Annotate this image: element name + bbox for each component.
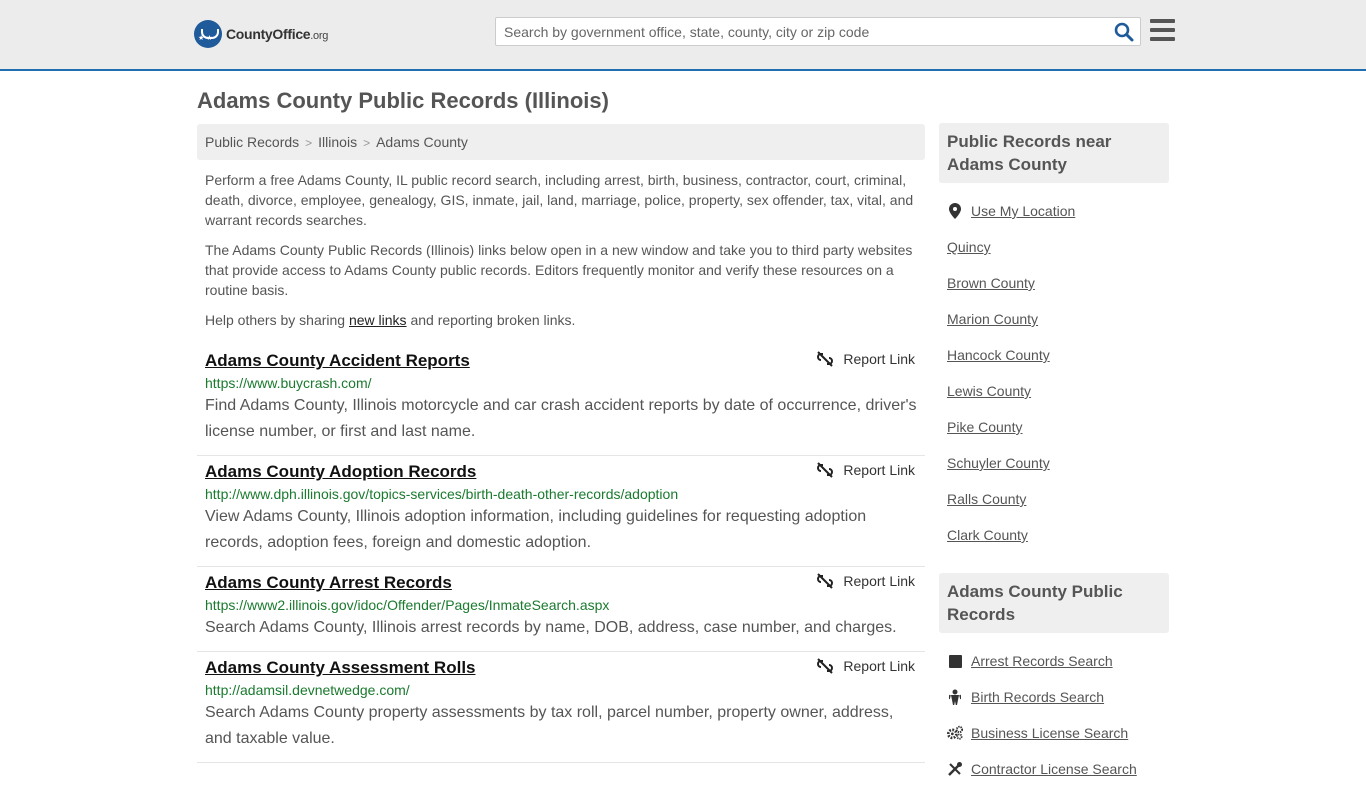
use-my-location-link[interactable]: Use My Location — [971, 203, 1075, 219]
record-item: Adams County Adoption Records Report Lin… — [197, 456, 925, 567]
breadcrumb-illinois[interactable]: Illinois — [318, 134, 357, 150]
tools-icon — [947, 761, 963, 777]
nearby-link-hancock-county[interactable]: Hancock County — [947, 347, 1050, 363]
record-description: View Adams County, Illinois adoption inf… — [205, 508, 867, 551]
nearby-link-marion-county[interactable]: Marion County — [947, 311, 1038, 327]
square-icon — [947, 654, 963, 668]
nearby-link-pike-county[interactable]: Pike County — [947, 419, 1022, 435]
nearby-link-lewis-county[interactable]: Lewis County — [947, 383, 1031, 399]
breadcrumb-public-records[interactable]: Public Records — [205, 134, 299, 150]
county-link-item[interactable]: Business License Search — [947, 715, 1161, 751]
county-link-item[interactable]: Arrest Records Search — [947, 643, 1161, 679]
site-logo[interactable]: CountyOffice.org — [194, 20, 328, 48]
nearby-link-item[interactable]: Clark County — [947, 517, 1161, 553]
breadcrumb-separator: > — [363, 136, 371, 150]
record-description: Search Adams County, Illinois arrest rec… — [205, 619, 897, 636]
county-records-list: Arrest Records Search Birth Records Sear… — [939, 633, 1169, 793]
record-title-link[interactable]: Adams County Adoption Records — [205, 462, 476, 482]
search-box — [495, 17, 1141, 46]
record-url: https://www2.illinois.gov/idoc/Offender/… — [205, 597, 610, 613]
share-paragraph: Help others by sharing new links and rep… — [205, 312, 576, 328]
map-marker-icon — [947, 203, 963, 219]
nearby-link-quincy[interactable]: Quincy — [947, 239, 991, 255]
record-url: http://www.dph.illinois.gov/topics-servi… — [205, 486, 679, 502]
record-item: Adams County Arrest Records Report Link … — [197, 567, 925, 652]
nearby-link-brown-county[interactable]: Brown County — [947, 275, 1035, 291]
record-title-link[interactable]: Adams County Assessment Rolls — [205, 658, 476, 678]
nearby-link-ralls-county[interactable]: Ralls County — [947, 491, 1026, 507]
search-input[interactable] — [496, 18, 1096, 45]
record-url: http://adamsil.devnetwedge.com/ — [205, 682, 410, 698]
nearby-link-item[interactable]: Hancock County — [947, 337, 1161, 373]
county-link-item[interactable]: Birth Records Search — [947, 679, 1161, 715]
report-link-button[interactable]: Report Link — [817, 658, 915, 674]
broken-link-icon — [817, 462, 834, 478]
baby-icon — [947, 689, 963, 705]
nearby-link-schuyler-county[interactable]: Schuyler County — [947, 455, 1050, 471]
nearby-link-clark-county[interactable]: Clark County — [947, 527, 1028, 543]
nearby-link-item[interactable]: Quincy — [947, 229, 1161, 265]
arrest-records-search-link[interactable]: Arrest Records Search — [971, 653, 1113, 669]
business-license-search-link[interactable]: Business License Search — [971, 725, 1128, 741]
breadcrumb-separator: > — [305, 136, 313, 150]
page-title: Adams County Public Records (Illinois) — [197, 88, 609, 113]
sidebar: Public Records near Adams County Use My … — [939, 123, 1169, 793]
broken-link-icon — [817, 351, 834, 367]
site-header: CountyOffice.org — [0, 0, 1366, 71]
birth-records-search-link[interactable]: Birth Records Search — [971, 689, 1104, 705]
breadcrumb-current: Adams County — [376, 134, 468, 150]
record-url: https://www.buycrash.com/ — [205, 375, 372, 391]
county-records-heading: Adams County Public Records — [939, 573, 1169, 633]
intro-paragraph: Perform a free Adams County, IL public r… — [205, 172, 914, 228]
nearby-records-list: Use My Location Quincy Brown County Mari… — [939, 183, 1169, 559]
search-icon[interactable] — [1114, 22, 1134, 42]
report-link-button[interactable]: Report Link — [817, 462, 915, 478]
nearby-link-item[interactable]: Lewis County — [947, 373, 1161, 409]
nearby-link-item[interactable]: Ralls County — [947, 481, 1161, 517]
breadcrumb: Public Records > Illinois > Adams County — [197, 124, 925, 160]
report-link-button[interactable]: Report Link — [817, 573, 915, 589]
record-description: Find Adams County, Illinois motorcycle a… — [205, 397, 917, 440]
hamburger-menu-icon[interactable] — [1150, 19, 1175, 43]
broken-link-icon — [817, 658, 834, 674]
broken-link-icon — [817, 573, 834, 589]
gears-icon — [947, 725, 963, 741]
record-title-link[interactable]: Adams County Accident Reports — [205, 351, 470, 371]
report-link-button[interactable]: Report Link — [817, 351, 915, 367]
record-item: Adams County Accident Reports Report Lin… — [197, 345, 925, 456]
logo-emblem-icon — [194, 20, 222, 48]
nearby-records-heading: Public Records near Adams County — [939, 123, 1169, 183]
record-title-link[interactable]: Adams County Arrest Records — [205, 573, 452, 593]
logo-text: CountyOffice.org — [226, 26, 329, 42]
disclaimer-paragraph: The Adams County Public Records (Illinoi… — [205, 242, 913, 298]
nearby-link-item[interactable]: Brown County — [947, 265, 1161, 301]
nearby-link-item[interactable]: Schuyler County — [947, 445, 1161, 481]
records-list: Adams County Accident Reports Report Lin… — [197, 345, 925, 763]
contractor-license-search-link[interactable]: Contractor License Search — [971, 761, 1137, 777]
use-my-location-item[interactable]: Use My Location — [947, 193, 1161, 229]
record-description: Search Adams County property assessments… — [205, 704, 894, 747]
new-links-link[interactable]: new links — [349, 312, 407, 328]
nearby-link-item[interactable]: Pike County — [947, 409, 1161, 445]
county-link-item[interactable]: Contractor License Search — [947, 751, 1161, 787]
nearby-link-item[interactable]: Marion County — [947, 301, 1161, 337]
record-item: Adams County Assessment Rolls Report Lin… — [197, 652, 925, 763]
